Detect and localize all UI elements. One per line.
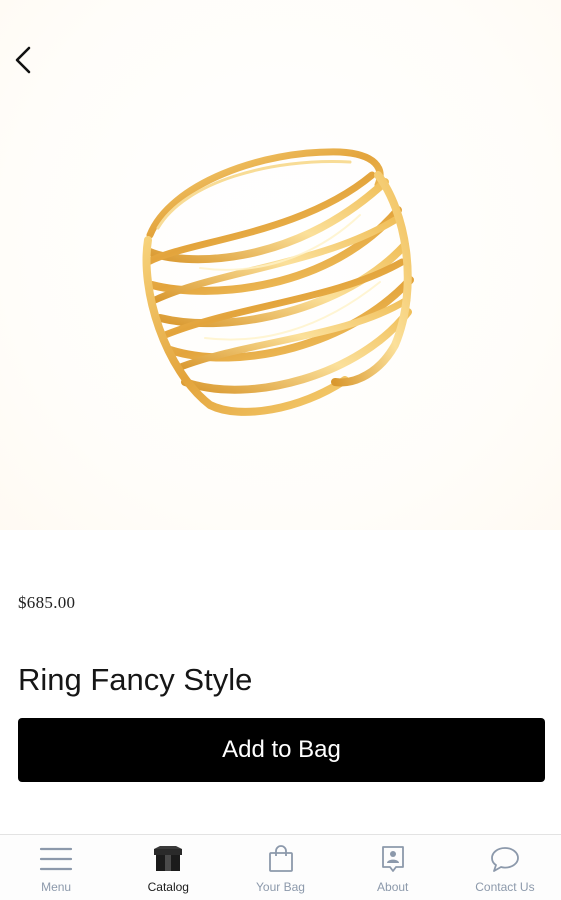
tab-menu[interactable]: Menu xyxy=(0,835,112,900)
chevron-left-icon xyxy=(15,46,31,74)
product-price: $685.00 xyxy=(18,593,76,612)
about-contact-card-icon xyxy=(376,844,410,874)
tab-catalog[interactable]: Catalog xyxy=(112,835,224,900)
tab-label: Your Bag xyxy=(256,880,305,894)
bottom-tab-bar: Menu Catalog Your Bag About Contact Us xyxy=(0,834,561,900)
tab-your-bag[interactable]: Your Bag xyxy=(224,835,336,900)
tab-label: Catalog xyxy=(147,880,189,894)
gold-ring-illustration xyxy=(142,148,414,416)
product-detail-screen: $685.00 Ring Fancy Style Add to Bag Menu xyxy=(0,0,561,900)
catalog-box-icon xyxy=(151,844,185,874)
tab-label: About xyxy=(377,880,409,894)
back-button[interactable] xyxy=(6,42,40,78)
product-image xyxy=(0,0,561,530)
product-title: Ring Fancy Style xyxy=(18,662,253,697)
tab-label: Contact Us xyxy=(475,880,535,894)
menu-icon xyxy=(39,844,73,874)
shopping-bag-icon xyxy=(264,844,298,874)
chat-bubble-icon xyxy=(488,844,522,874)
add-to-bag-button[interactable]: Add to Bag xyxy=(18,718,545,782)
tab-contact-us[interactable]: Contact Us xyxy=(449,835,561,900)
tab-about[interactable]: About xyxy=(337,835,449,900)
tab-label: Menu xyxy=(41,880,72,894)
